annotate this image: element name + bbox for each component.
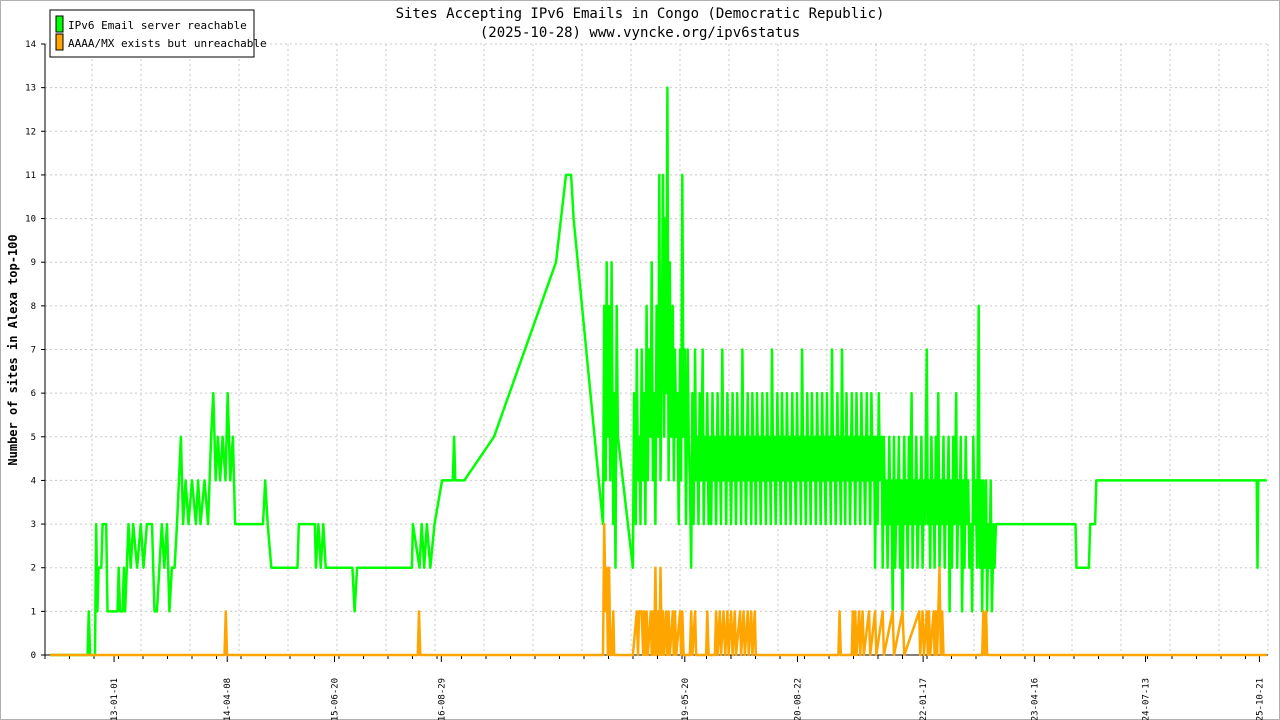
y-tick-label: 10 [25, 215, 36, 225]
x-tick-label: 2020-08-22 [793, 678, 803, 720]
legend: IPv6 Email server reachable AAAA/MX exis… [49, 9, 267, 58]
chart-title: Sites Accepting IPv6 Emails in Congo (De… [396, 6, 885, 22]
y-tick-label: 0 [31, 651, 36, 661]
x-tick-label: 2015-06-20 [331, 678, 341, 720]
chart-subtitle: (2025-10-28) www.vyncke.org/ipv6status [480, 25, 800, 41]
x-tick-label: 2025-10-21 [1255, 678, 1265, 720]
x-tick-label: 2013-01-01 [110, 678, 120, 720]
x-tick-label: 2019-05-20 [681, 678, 691, 720]
y-tick-label: 7 [31, 346, 36, 356]
x-tick-label: 2016-08-29 [437, 678, 447, 720]
y-tick-label: 3 [31, 520, 36, 530]
legend-label-reachable: IPv6 Email server reachable [68, 19, 247, 32]
line-chart: 01234567891011121314 2013-01-01 2014-04-0… [6, 6, 1269, 720]
y-tick-label: 9 [31, 258, 36, 268]
y-tick-label: 1 [31, 607, 36, 617]
y-tick-label: 13 [25, 84, 36, 94]
legend-swatch-reachable [55, 15, 64, 33]
y-tick-label: 8 [31, 302, 36, 312]
series-line-unreachable [50, 522, 1267, 657]
x-tick-label: 2024-07-13 [1142, 678, 1152, 720]
y-tick-label: 4 [31, 476, 36, 486]
y-tick-label: 5 [31, 433, 36, 443]
x-tick-label: 2023-04-16 [1030, 678, 1040, 720]
y-tick-label: 14 [25, 40, 36, 50]
x-tick-labels: 2013-01-01 2014-04-08 2015-06-20 2016-08-29… [110, 678, 1265, 720]
y-tick-label: 12 [25, 127, 36, 137]
series-line-reachable [50, 86, 1267, 657]
legend-label-unreachable: AAAA/MX exists but unreachable [68, 37, 267, 50]
y-tick-label: 11 [25, 171, 36, 181]
y-tick-label: 2 [31, 564, 36, 574]
y-tick-labels: 01234567891011121314 [25, 40, 36, 661]
y-axis-label: Number of sites in Alexa top-100 [6, 234, 20, 465]
x-tick-label: 2022-01-17 [919, 678, 929, 720]
y-tick-label: 6 [31, 389, 36, 399]
series-lines [50, 86, 1267, 657]
x-tick-label: 2014-04-08 [223, 678, 233, 720]
legend-swatch-unreachable [55, 33, 64, 51]
